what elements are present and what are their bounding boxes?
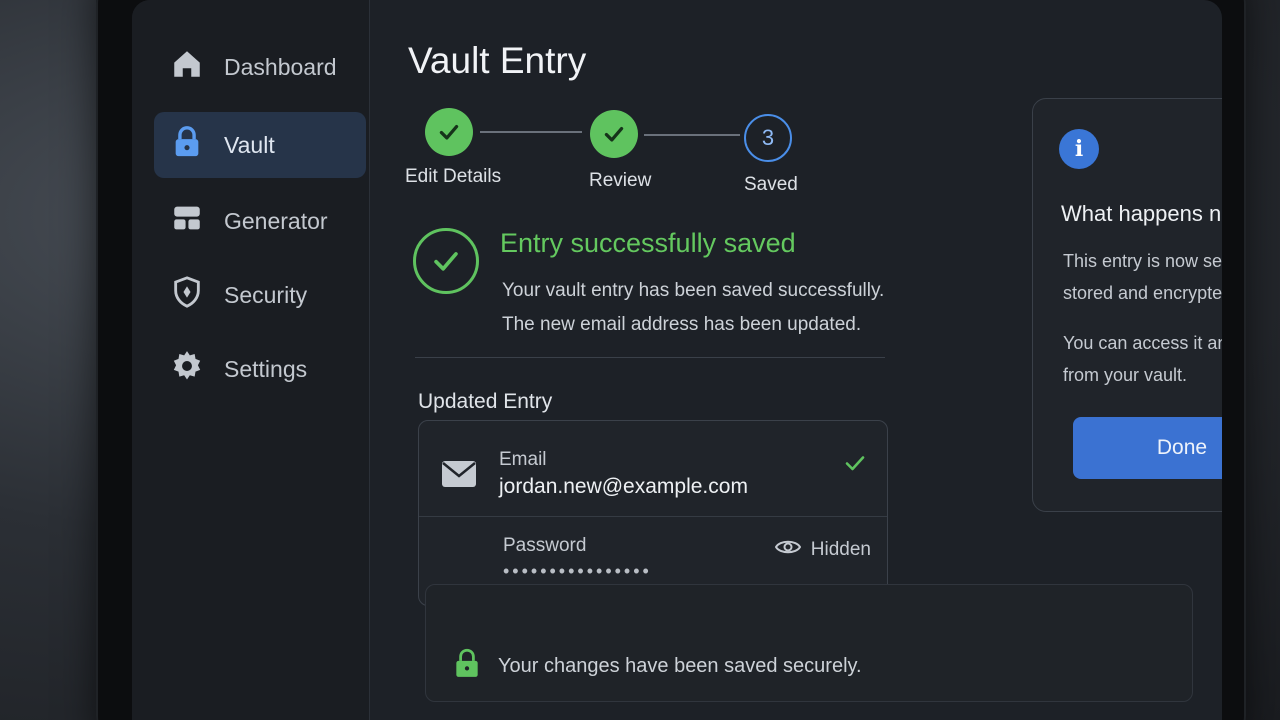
step-connector [480, 131, 582, 133]
email-value[interactable]: jordan.new@example.com [499, 475, 748, 499]
step-connector [644, 134, 740, 136]
sidebar-item-dashboard[interactable]: Dashboard [154, 34, 366, 100]
step-label-review: Review [589, 170, 652, 191]
generator-icon [170, 201, 204, 241]
step-2-check-icon [590, 110, 638, 158]
eye-icon [774, 537, 801, 563]
success-title: Entry successfully saved [500, 228, 796, 258]
success-check-icon [413, 228, 479, 294]
password-visibility-toggle[interactable]: Hidden [774, 537, 871, 563]
email-label: Email [499, 449, 547, 470]
sidebar-item-label: Dashboard [224, 53, 337, 80]
sidebar-item-label: Settings [224, 355, 308, 382]
email-row: Email jordan.new@example.com [419, 421, 887, 517]
sidebar: Dashboard Vault Generator Security Setti… [132, 0, 370, 720]
updated-entry-heading: Updated Entry [418, 390, 553, 413]
page-title: Vault Entry [408, 40, 587, 81]
sidebar-item-generator[interactable]: Generator [154, 188, 366, 254]
mail-icon [441, 459, 477, 494]
sidebar-item-label: Security [224, 281, 308, 308]
success-line-1: Your vault entry has been saved successf… [502, 280, 885, 301]
password-label: Password [503, 535, 587, 556]
sidebar-item-settings[interactable]: Settings [154, 336, 366, 402]
gear-icon [170, 349, 204, 389]
step-3-number: 3 [744, 114, 792, 162]
info-heading: What happens next [1061, 201, 1222, 226]
app-window: Dashboard Vault Generator Security Setti… [132, 0, 1222, 720]
main-content: Vault Entry 3 Edit Details Review Saved … [370, 0, 1222, 720]
step-label-saved: Saved [744, 174, 798, 195]
home-icon [170, 47, 204, 87]
info-text-1: This entry is now securely stored and en… [1063, 251, 1222, 303]
info-text-2: You can access it anytime from your vaul… [1063, 333, 1222, 385]
divider [415, 357, 885, 358]
info-panel: i What happens next This entry is now se… [1032, 98, 1222, 512]
password-value: •••••••••••••••• [503, 561, 652, 581]
visibility-label: Hidden [810, 539, 871, 560]
sidebar-item-label: Vault [224, 131, 275, 158]
success-message: Your vault entry has been saved successf… [502, 274, 884, 342]
footer-message: Your changes have been saved securely. [498, 654, 862, 677]
lock-icon [170, 125, 204, 165]
stepper: 3 Edit Details Review Saved [405, 108, 820, 198]
entry-card: Email jordan.new@example.com Password Hi… [418, 420, 888, 606]
sidebar-item-vault[interactable]: Vault [154, 112, 366, 178]
shield-icon [170, 275, 204, 315]
info-icon: i [1059, 129, 1099, 169]
step-1-check-icon [425, 108, 473, 156]
sidebar-item-label: Generator [224, 207, 328, 234]
save-confirmation: Your changes have been saved securely. [428, 629, 948, 703]
sidebar-item-security[interactable]: Security [154, 262, 366, 328]
step-label-edit-details: Edit Details [405, 166, 502, 187]
done-button[interactable]: Done [1073, 417, 1222, 479]
email-verified-check-icon [843, 451, 867, 480]
lock-icon [454, 647, 480, 685]
success-line-2: The new email address has been updated. [502, 314, 862, 335]
footer-bar: Your changes have been saved securely. [425, 584, 1193, 702]
